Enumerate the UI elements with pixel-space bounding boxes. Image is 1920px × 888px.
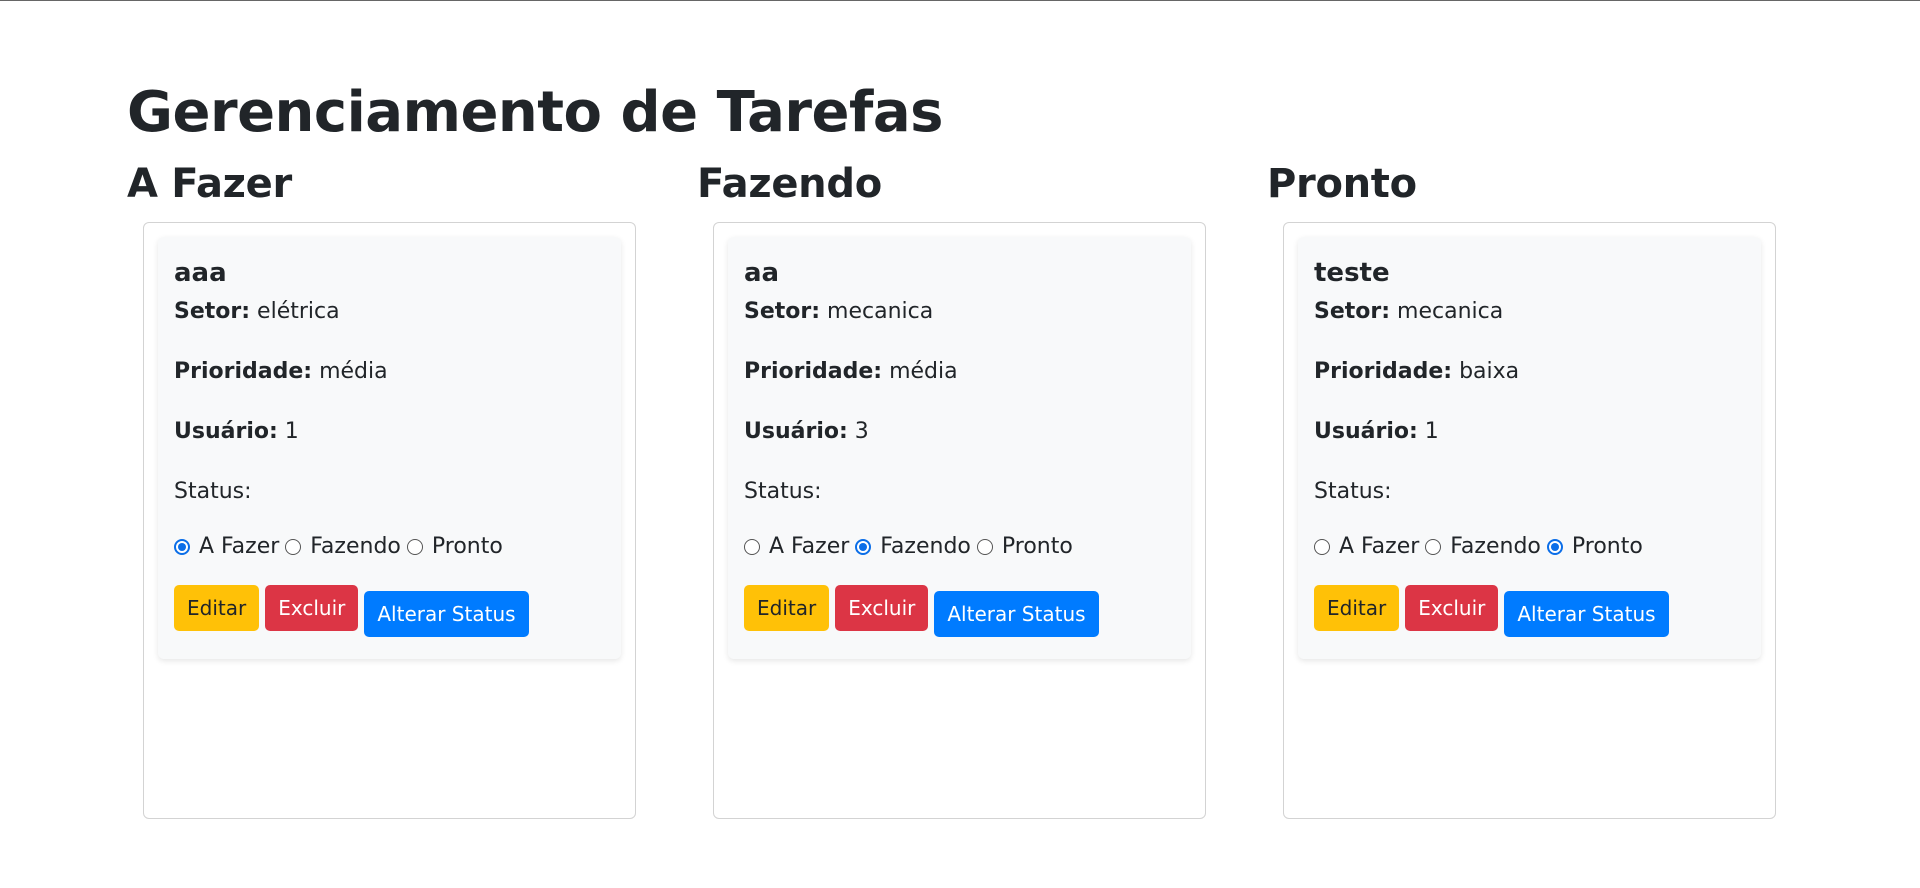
task-setor: Setor: elétrica [174, 297, 605, 357]
prioridade-label: Prioridade: [744, 359, 883, 384]
radio-unchecked-icon[interactable] [744, 539, 760, 555]
change-status-button[interactable]: Alterar Status [1504, 591, 1669, 637]
task-setor: Setor: mecanica [1314, 297, 1745, 357]
status-label: Status: [1314, 479, 1392, 504]
radio-checked-icon[interactable] [174, 539, 190, 555]
usuario-value: 1 [284, 419, 299, 444]
status-radio-a-fazer[interactable]: A Fazer [174, 532, 279, 562]
usuario-label: Usuário: [174, 419, 278, 444]
task-name: teste [1314, 258, 1390, 288]
status-radio-pronto[interactable]: Pronto [406, 532, 503, 562]
column-dropzone: aaa Setor: elétrica Prioridade: média Us… [143, 222, 636, 819]
setor-value: elétrica [257, 299, 340, 324]
prioridade-value: média [889, 359, 958, 384]
radio-label: Pronto [1571, 534, 1643, 559]
radio-label: A Fazer [1339, 534, 1420, 559]
task-usuario: Usuário: 1 [1314, 417, 1745, 477]
column-pronto: Pronto teste Setor: mecanica Prioridade:… [1267, 156, 1777, 819]
edit-button[interactable]: Editar [174, 585, 260, 631]
task-card: aa Setor: mecanica Prioridade: média Usu… [728, 237, 1191, 659]
radio-label: Pronto [1001, 534, 1073, 559]
delete-button[interactable]: Excluir [1405, 585, 1499, 631]
usuario-label: Usuário: [1314, 419, 1418, 444]
prioridade-value: média [319, 359, 388, 384]
delete-button[interactable]: Excluir [265, 585, 359, 631]
edit-button[interactable]: Editar [744, 585, 830, 631]
card-actions: Editar Excluir Alterar Status [1314, 585, 1745, 637]
column-fazendo: Fazendo aa Setor: mecanica Prioridade: m… [697, 156, 1207, 819]
status-radio-a-fazer[interactable]: A Fazer [1314, 532, 1419, 562]
radio-label: Pronto [431, 534, 503, 559]
status-radio-fazendo[interactable]: Fazendo [1425, 532, 1541, 562]
radio-unchecked-icon[interactable] [406, 539, 423, 555]
radio-label: Fazendo [880, 534, 971, 559]
prioridade-value: baixa [1459, 359, 1520, 384]
radio-label: A Fazer [199, 534, 280, 559]
radio-checked-icon[interactable] [1546, 539, 1563, 555]
status-radio-pronto[interactable]: Pronto [1546, 532, 1643, 562]
status-label: Status: [174, 479, 252, 504]
setor-value: mecanica [1397, 299, 1504, 324]
delete-button[interactable]: Excluir [835, 585, 929, 631]
usuario-value: 3 [854, 419, 869, 444]
card-actions: Editar Excluir Alterar Status [744, 585, 1175, 637]
status-radio-fazendo[interactable]: Fazendo [855, 532, 971, 562]
usuario-label: Usuário: [744, 419, 848, 444]
column-dropzone: aa Setor: mecanica Prioridade: média Usu… [713, 222, 1206, 819]
setor-label: Setor: [744, 299, 821, 324]
task-setor: Setor: mecanica [744, 297, 1175, 357]
task-prioridade: Prioridade: média [174, 357, 605, 417]
edit-button[interactable]: Editar [1314, 585, 1400, 631]
usuario-value: 1 [1424, 419, 1439, 444]
change-status-button[interactable]: Alterar Status [934, 591, 1099, 637]
task-prioridade: Prioridade: baixa [1314, 357, 1745, 417]
prioridade-label: Prioridade: [174, 359, 313, 384]
radio-label: Fazendo [310, 534, 401, 559]
setor-value: mecanica [827, 299, 934, 324]
status-radio-pronto[interactable]: Pronto [976, 532, 1073, 562]
task-card: aaa Setor: elétrica Prioridade: média Us… [158, 237, 621, 659]
setor-label: Setor: [174, 299, 251, 324]
radio-unchecked-icon[interactable] [1314, 539, 1330, 555]
card-actions: Editar Excluir Alterar Status [174, 585, 605, 637]
column-title: A Fazer [127, 161, 292, 207]
task-usuario: Usuário: 3 [744, 417, 1175, 477]
status-radio-fazendo[interactable]: Fazendo [285, 532, 401, 562]
column-a-fazer: A Fazer aaa Setor: elétrica Prioridade: … [127, 156, 637, 819]
prioridade-label: Prioridade: [1314, 359, 1453, 384]
task-usuario: Usuário: 1 [174, 417, 605, 477]
radio-unchecked-icon[interactable] [1425, 539, 1442, 555]
change-status-button[interactable]: Alterar Status [364, 591, 529, 637]
column-title: Fazendo [697, 161, 882, 207]
status-radio-group: A Fazer Fazendo Pronto [174, 523, 605, 571]
status-radio-group: A Fazer Fazendo Pronto [744, 523, 1175, 571]
radio-unchecked-icon[interactable] [976, 539, 993, 555]
task-card: teste Setor: mecanica Prioridade: baixa … [1298, 237, 1761, 659]
radio-unchecked-icon[interactable] [285, 539, 302, 555]
radio-checked-icon[interactable] [855, 539, 872, 555]
status-radio-group: A Fazer Fazendo Pronto [1314, 523, 1745, 571]
task-name: aa [744, 258, 780, 288]
task-name: aaa [174, 258, 227, 288]
column-title: Pronto [1267, 161, 1417, 207]
column-dropzone: teste Setor: mecanica Prioridade: baixa … [1283, 222, 1776, 819]
setor-label: Setor: [1314, 299, 1391, 324]
radio-label: Fazendo [1450, 534, 1541, 559]
top-border [0, 0, 1920, 1]
status-label: Status: [744, 479, 822, 504]
radio-label: A Fazer [769, 534, 850, 559]
task-prioridade: Prioridade: média [744, 357, 1175, 417]
status-radio-a-fazer[interactable]: A Fazer [744, 532, 849, 562]
page-title: Gerenciamento de Tarefas [127, 80, 943, 145]
